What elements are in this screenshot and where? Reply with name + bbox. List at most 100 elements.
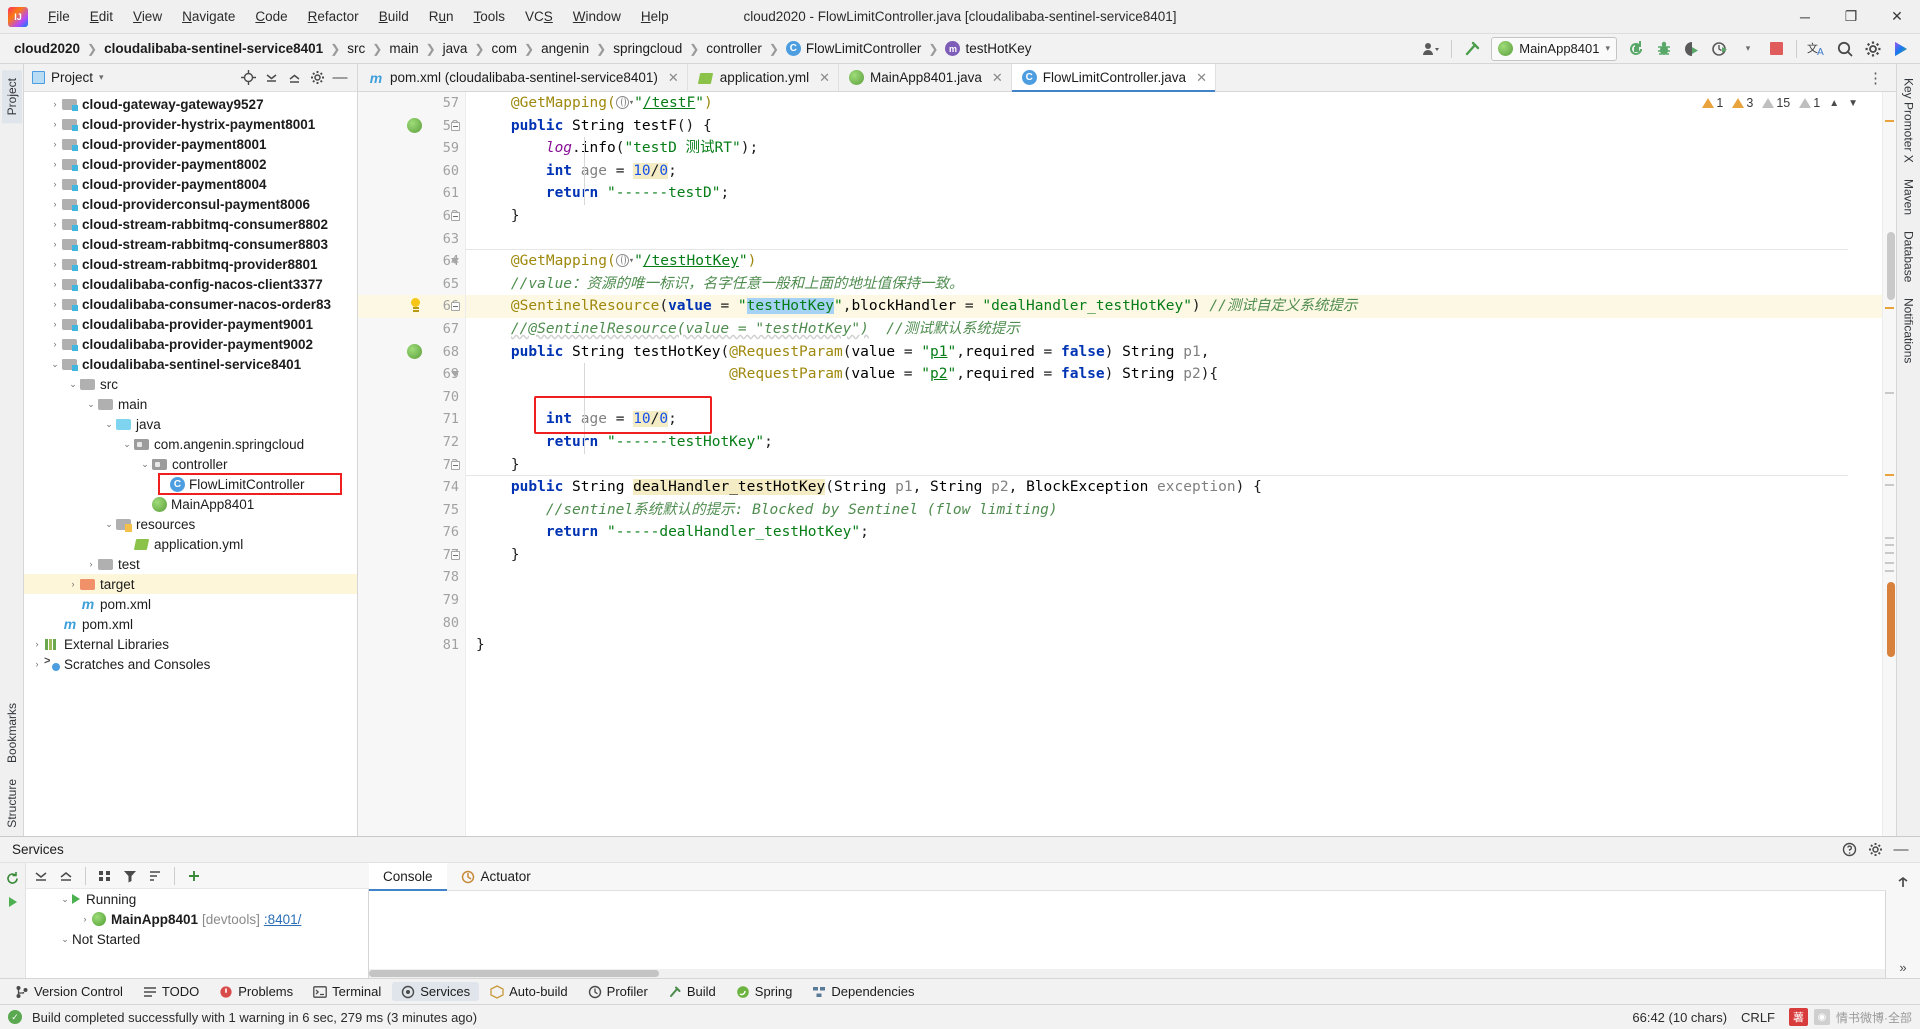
hammer-icon[interactable] [1459,37,1485,61]
error-count[interactable]: 1 [1702,96,1723,110]
profiler-icon[interactable] [1707,37,1733,61]
tree-twisty-icon[interactable]: › [48,119,62,129]
breadcrumb-main[interactable]: main [385,39,422,58]
tab-console[interactable]: Console [369,863,447,891]
menu-refactor[interactable]: Refactor [298,5,369,28]
tree-item[interactable]: › Scratches and Consoles [24,654,357,674]
breadcrumb-cloud2020[interactable]: cloud2020 [10,39,84,58]
tree-twisty-icon[interactable]: › [48,319,62,329]
code-line-70[interactable] [476,386,1882,409]
breadcrumb-controller[interactable]: controller [702,39,766,58]
tool-window-database[interactable]: Database [1899,223,1919,290]
tree-twisty-icon[interactable]: › [48,159,62,169]
menu-tools[interactable]: Tools [464,5,516,28]
stripe-weak-marker[interactable] [1885,392,1894,394]
tree-twisty-icon[interactable]: › [48,99,62,109]
code-line-67[interactable]: //@SentinelResource(value = "testHotKey"… [476,318,1882,341]
services-tree[interactable]: ⌄ Running › MainApp8401 [devtools]:8401/⌄ No… [26,889,369,978]
code-line-78[interactable] [476,566,1882,589]
tree-twisty-icon[interactable]: › [48,139,62,149]
code-line-65[interactable]: //value：资源的唯一标识，名字任意一般和上面的地址值保持一致。 [476,273,1882,296]
breadcrumb-java[interactable]: java [439,39,472,58]
close-icon[interactable]: ✕ [819,70,830,86]
locate-icon[interactable] [237,67,259,89]
breadcrumb-com[interactable]: com [487,39,521,58]
code-fold-icon[interactable] [451,302,460,312]
settings-icon[interactable] [306,67,328,89]
tree-twisty-icon[interactable]: ⌄ [102,419,116,430]
toolwindow-todo[interactable]: TODO [134,982,208,1001]
code-line-68[interactable]: public String testHotKey(@RequestParam(v… [476,341,1882,364]
help-icon[interactable] [1838,839,1860,861]
tree-item[interactable]: ⌄ com.angenin.springcloud [24,434,357,454]
tree-item[interactable]: › External Libraries [24,634,357,654]
tree-item[interactable]: m pom.xml [24,614,357,634]
stripe-warning-marker[interactable] [1885,120,1894,122]
tree-item[interactable]: › cloudalibaba-provider-payment9001 [24,314,357,334]
inspection-widget[interactable]: 1 3 15 1 ▲ ▼ [1702,96,1858,110]
tree-item[interactable]: › cloud-stream-rabbitmq-provider8801 [24,254,357,274]
gutter-line-57[interactable]: 57 [358,92,465,115]
stripe-weak-marker[interactable] [1885,570,1894,572]
editor-tab-mainapp8401[interactable]: MainApp8401.java ✕ [839,64,1012,91]
gutter-line-75[interactable]: 75 [358,499,465,522]
code-fold-icon[interactable] [451,551,460,560]
close-icon[interactable]: ✕ [1196,70,1207,86]
tree-item[interactable]: › cloud-gateway-gateway9527 [24,94,357,114]
toolwindow-services[interactable]: Services [392,982,480,1001]
gutter-line-67[interactable]: 67 [358,318,465,341]
tree-twisty-icon[interactable]: › [78,914,92,924]
debug-icon[interactable] [1651,37,1677,61]
scrollbar-thumb[interactable] [1887,232,1895,300]
tree-twisty-icon[interactable]: › [48,339,62,349]
expand-icon[interactable] [55,865,77,887]
gutter-line-70[interactable]: 70 [358,386,465,409]
close-button[interactable]: ✕ [1874,0,1920,34]
tool-window-bookmarks[interactable]: Bookmarks [2,695,22,771]
tool-window-structure[interactable]: Structure [2,771,22,836]
tree-twisty-icon[interactable]: ⌄ [102,519,116,530]
gutter-line-71[interactable]: 71 [358,408,465,431]
gutter-line-79[interactable]: 79 [358,589,465,612]
refresh-icon[interactable] [2,867,24,889]
translate-icon[interactable]: 文 A [1804,37,1830,61]
menu-vcs[interactable]: VCS [515,5,563,28]
editor-tab-pom-xml[interactable]: m pom.xml (cloudalibaba-sentinel-service… [358,64,688,91]
tree-twisty-icon[interactable]: › [66,579,80,589]
hide-panel-icon[interactable]: — [1890,839,1912,861]
code-line-62[interactable]: } [476,205,1882,228]
code-line-75[interactable]: //sentinel系统默认的提示: Blocked by Sentinel (… [476,499,1882,522]
menu-file[interactable]: File [38,5,80,28]
run-icon[interactable] [2,891,24,913]
tree-twisty-icon[interactable]: › [30,659,44,669]
toolwindow-version-control[interactable]: Version Control [6,982,132,1001]
gutter-line-81[interactable]: 81 [358,634,465,657]
console-output[interactable] [369,891,1886,978]
stripe-weak-marker[interactable] [1885,544,1894,546]
line-separator[interactable]: CRLF [1741,1010,1775,1025]
services-tree-item[interactable]: › MainApp8401 [devtools]:8401/ [26,909,368,929]
toolwindow-auto-build[interactable]: Auto-build [481,982,577,1001]
tree-twisty-icon[interactable]: ⌄ [84,399,98,410]
toolwindow-build[interactable]: Build [659,982,725,1001]
collapse-icon[interactable] [30,865,52,887]
tree-twisty-icon[interactable]: ⌄ [120,439,134,450]
collapse-all-icon[interactable] [260,67,282,89]
tree-item[interactable]: › test [24,554,357,574]
gutter-line-59[interactable]: 59 [358,137,465,160]
code-fold-icon[interactable] [451,212,460,221]
code-line-72[interactable]: return "------testHotKey"; [476,431,1882,454]
gutter-line-77[interactable]: 77 [358,544,465,567]
web-mapping-icon[interactable] [615,254,629,268]
breadcrumb-angenin[interactable]: angenin [537,39,593,58]
warning-count[interactable]: 3 [1732,96,1753,110]
editor-tab-flowlimitcontroller[interactable]: C FlowLimitController.java ✕ [1011,64,1216,92]
code-line-74[interactable]: public String dealHandler_testHotKey(Str… [476,476,1882,499]
code-line-69[interactable]: @RequestParam(value = "p2",required = fa… [476,363,1882,386]
toolwindow-dependencies[interactable]: Dependencies [803,982,923,1001]
group-icon[interactable] [94,865,116,887]
code-line-61[interactable]: return "------testD"; [476,182,1882,205]
ide-assistant-icon[interactable] [1888,37,1914,61]
code-fold-icon[interactable] [451,460,460,470]
services-tree-item[interactable]: ⌄ Not Started [26,929,368,949]
